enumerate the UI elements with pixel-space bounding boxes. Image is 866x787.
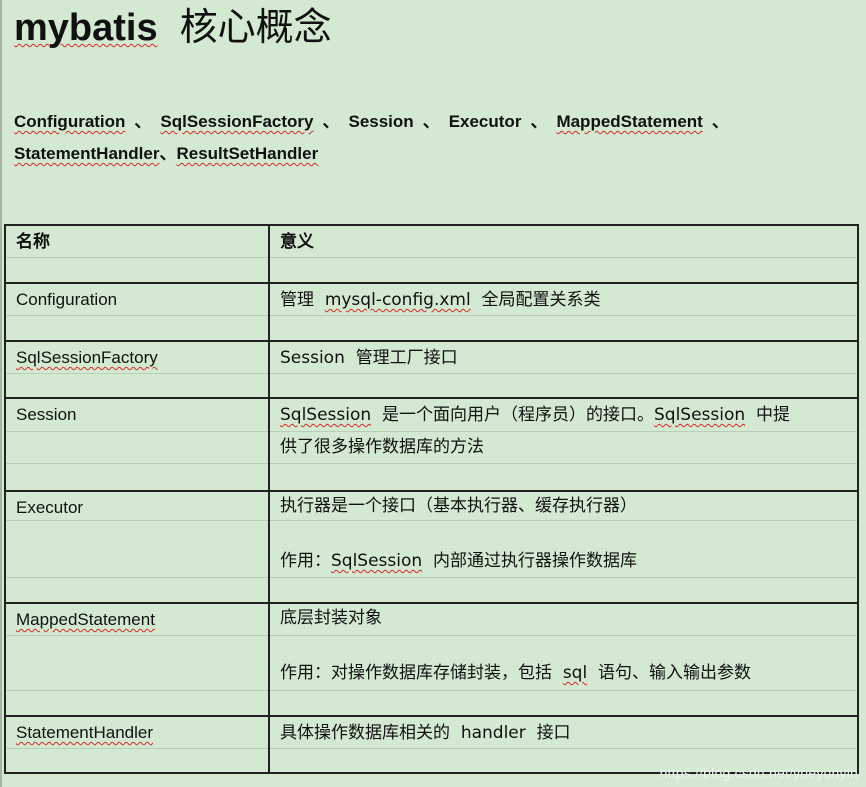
table-row: Configuration 管理 mysql-config.xml 全局配置关系… xyxy=(4,282,859,342)
meaning-text: 语句、输入输出参数 xyxy=(598,663,751,683)
header-name: 名称 xyxy=(16,232,50,251)
row-name: StatementHandler xyxy=(6,717,268,749)
name-term: StatementHandler xyxy=(16,723,154,742)
meaning-text: 作用： xyxy=(280,551,331,571)
name-cell: Executor xyxy=(4,490,270,604)
concept-list: Configuration 、 SqlSessionFactory 、 Session 、… xyxy=(14,106,814,170)
table-row: MappedStatement 底层封装对象作用：对操作数据库存储封装，包括 s… xyxy=(4,602,859,717)
meaning-term: SqlSession xyxy=(653,405,746,425)
meaning-text: 接口 xyxy=(536,723,571,743)
concept-table: 名称 意义 Configuration 管理 mysql-config.xml … xyxy=(4,224,859,774)
separator: 、 xyxy=(134,112,152,131)
separator: 、 xyxy=(530,112,548,131)
name-term: SqlSessionFactory xyxy=(16,348,158,367)
meaning-text: 中提 xyxy=(755,405,790,425)
meaning-text: 执行器是一个接口（基本执行器、缓存执行器） xyxy=(280,496,637,516)
row-meaning: 具体操作数据库相关的 handler 接口 xyxy=(270,717,857,749)
table-row: SqlSessionFactory Session 管理工厂接口 xyxy=(4,340,859,399)
meaning-cell: Session 管理工厂接口 xyxy=(268,340,859,399)
concept-session: Session xyxy=(348,112,414,131)
table-row: Executor 执行器是一个接口（基本执行器、缓存执行器） 作用：SqlSess… xyxy=(4,490,859,604)
header-name-cell: 名称 xyxy=(4,224,270,284)
meaning-cell: SqlSession 是一个面向用户（程序员）的接口。SqlSession 中提… xyxy=(268,397,859,492)
name-cell: MappedStatement xyxy=(4,602,270,717)
separator: 、 xyxy=(711,112,729,131)
separator: 、 xyxy=(159,144,177,163)
concept-line-2: StatementHandler、ResultSetHandler xyxy=(14,138,814,170)
title-english: mybatis xyxy=(14,7,158,49)
meaning-text: 管理 xyxy=(280,290,314,310)
meaning-cell: 底层封装对象作用：对操作数据库存储封装，包括 sql 语句、输入输出参数 xyxy=(268,602,859,717)
meaning-term: sql xyxy=(562,663,588,683)
meaning-cell: 执行器是一个接口（基本执行器、缓存执行器） 作用：SqlSession 内部通过执… xyxy=(268,490,859,604)
table-row: Session SqlSession 是一个面向用户（程序员）的接口。SqlSe… xyxy=(4,397,859,492)
concept-line-1: Configuration 、 SqlSessionFactory 、 Session 、… xyxy=(14,106,814,138)
name-cell: Configuration xyxy=(4,282,270,342)
meaning-text: 具体操作数据库相关的 xyxy=(280,723,450,743)
concept-sqlsessionfactory: SqlSessionFactory xyxy=(160,112,314,131)
header-meaning: 意义 xyxy=(280,232,314,252)
table-header-row: 名称 意义 xyxy=(4,224,859,284)
meaning-term: SqlSession xyxy=(331,551,423,571)
meaning-term: handler xyxy=(460,723,526,743)
meaning-text: 作用：对操作数据库存储封装，包括 xyxy=(280,663,552,683)
separator: 、 xyxy=(322,112,340,131)
header-meaning-cell: 意义 xyxy=(268,224,859,284)
name-cell: Session xyxy=(4,397,270,492)
meaning-term: Session xyxy=(280,348,345,368)
row-meaning: 底层封装对象作用：对操作数据库存储封装，包括 sql 语句、输入输出参数 xyxy=(270,604,857,687)
meaning-text: 是一个面向用户（程序员）的接口。 xyxy=(381,405,654,425)
meaning-text: 管理工厂接口 xyxy=(355,348,458,368)
row-meaning: 执行器是一个接口（基本执行器、缓存执行器） 作用：SqlSession 内部通过执… xyxy=(270,492,857,575)
page-title: mybatis 核心概念 xyxy=(14,2,332,52)
page-margin-line xyxy=(0,0,2,787)
row-meaning: Session 管理工厂接口 xyxy=(270,342,857,374)
row-name: Session xyxy=(16,405,77,424)
watermark: https://blog.csdn.net/yueyunyin xyxy=(659,765,858,781)
concept-resultsethandler: ResultSetHandler xyxy=(176,144,319,163)
concept-mappedstatement: MappedStatement xyxy=(556,112,703,131)
row-name: MappedStatement xyxy=(6,604,268,636)
name-term: MappedStatement xyxy=(16,610,155,629)
row-name: Configuration xyxy=(16,290,118,309)
meaning-text: 供了很多操作数据库的方法 xyxy=(280,437,484,457)
meaning-term: SqlSession xyxy=(280,405,372,425)
concept-statementhandler: StatementHandler xyxy=(14,144,160,163)
meaning-text: 全局配置关系类 xyxy=(481,290,601,310)
meaning-cell: 管理 mysql-config.xml 全局配置关系类 xyxy=(268,282,859,342)
name-cell: SqlSessionFactory xyxy=(4,340,270,399)
row-meaning: 管理 mysql-config.xml 全局配置关系类 xyxy=(270,284,857,316)
meaning-text: 底层封装对象 xyxy=(280,608,382,628)
meaning-term: mysql-config.xml xyxy=(324,290,471,310)
separator: 、 xyxy=(422,112,440,131)
name-cell: StatementHandler xyxy=(4,715,270,774)
title-chinese: 核心概念 xyxy=(179,5,332,49)
concept-configuration: Configuration xyxy=(14,112,126,131)
concept-executor: Executor xyxy=(448,112,522,131)
row-name: SqlSessionFactory xyxy=(6,342,268,374)
meaning-text: 内部通过执行器操作数据库 xyxy=(432,551,637,571)
